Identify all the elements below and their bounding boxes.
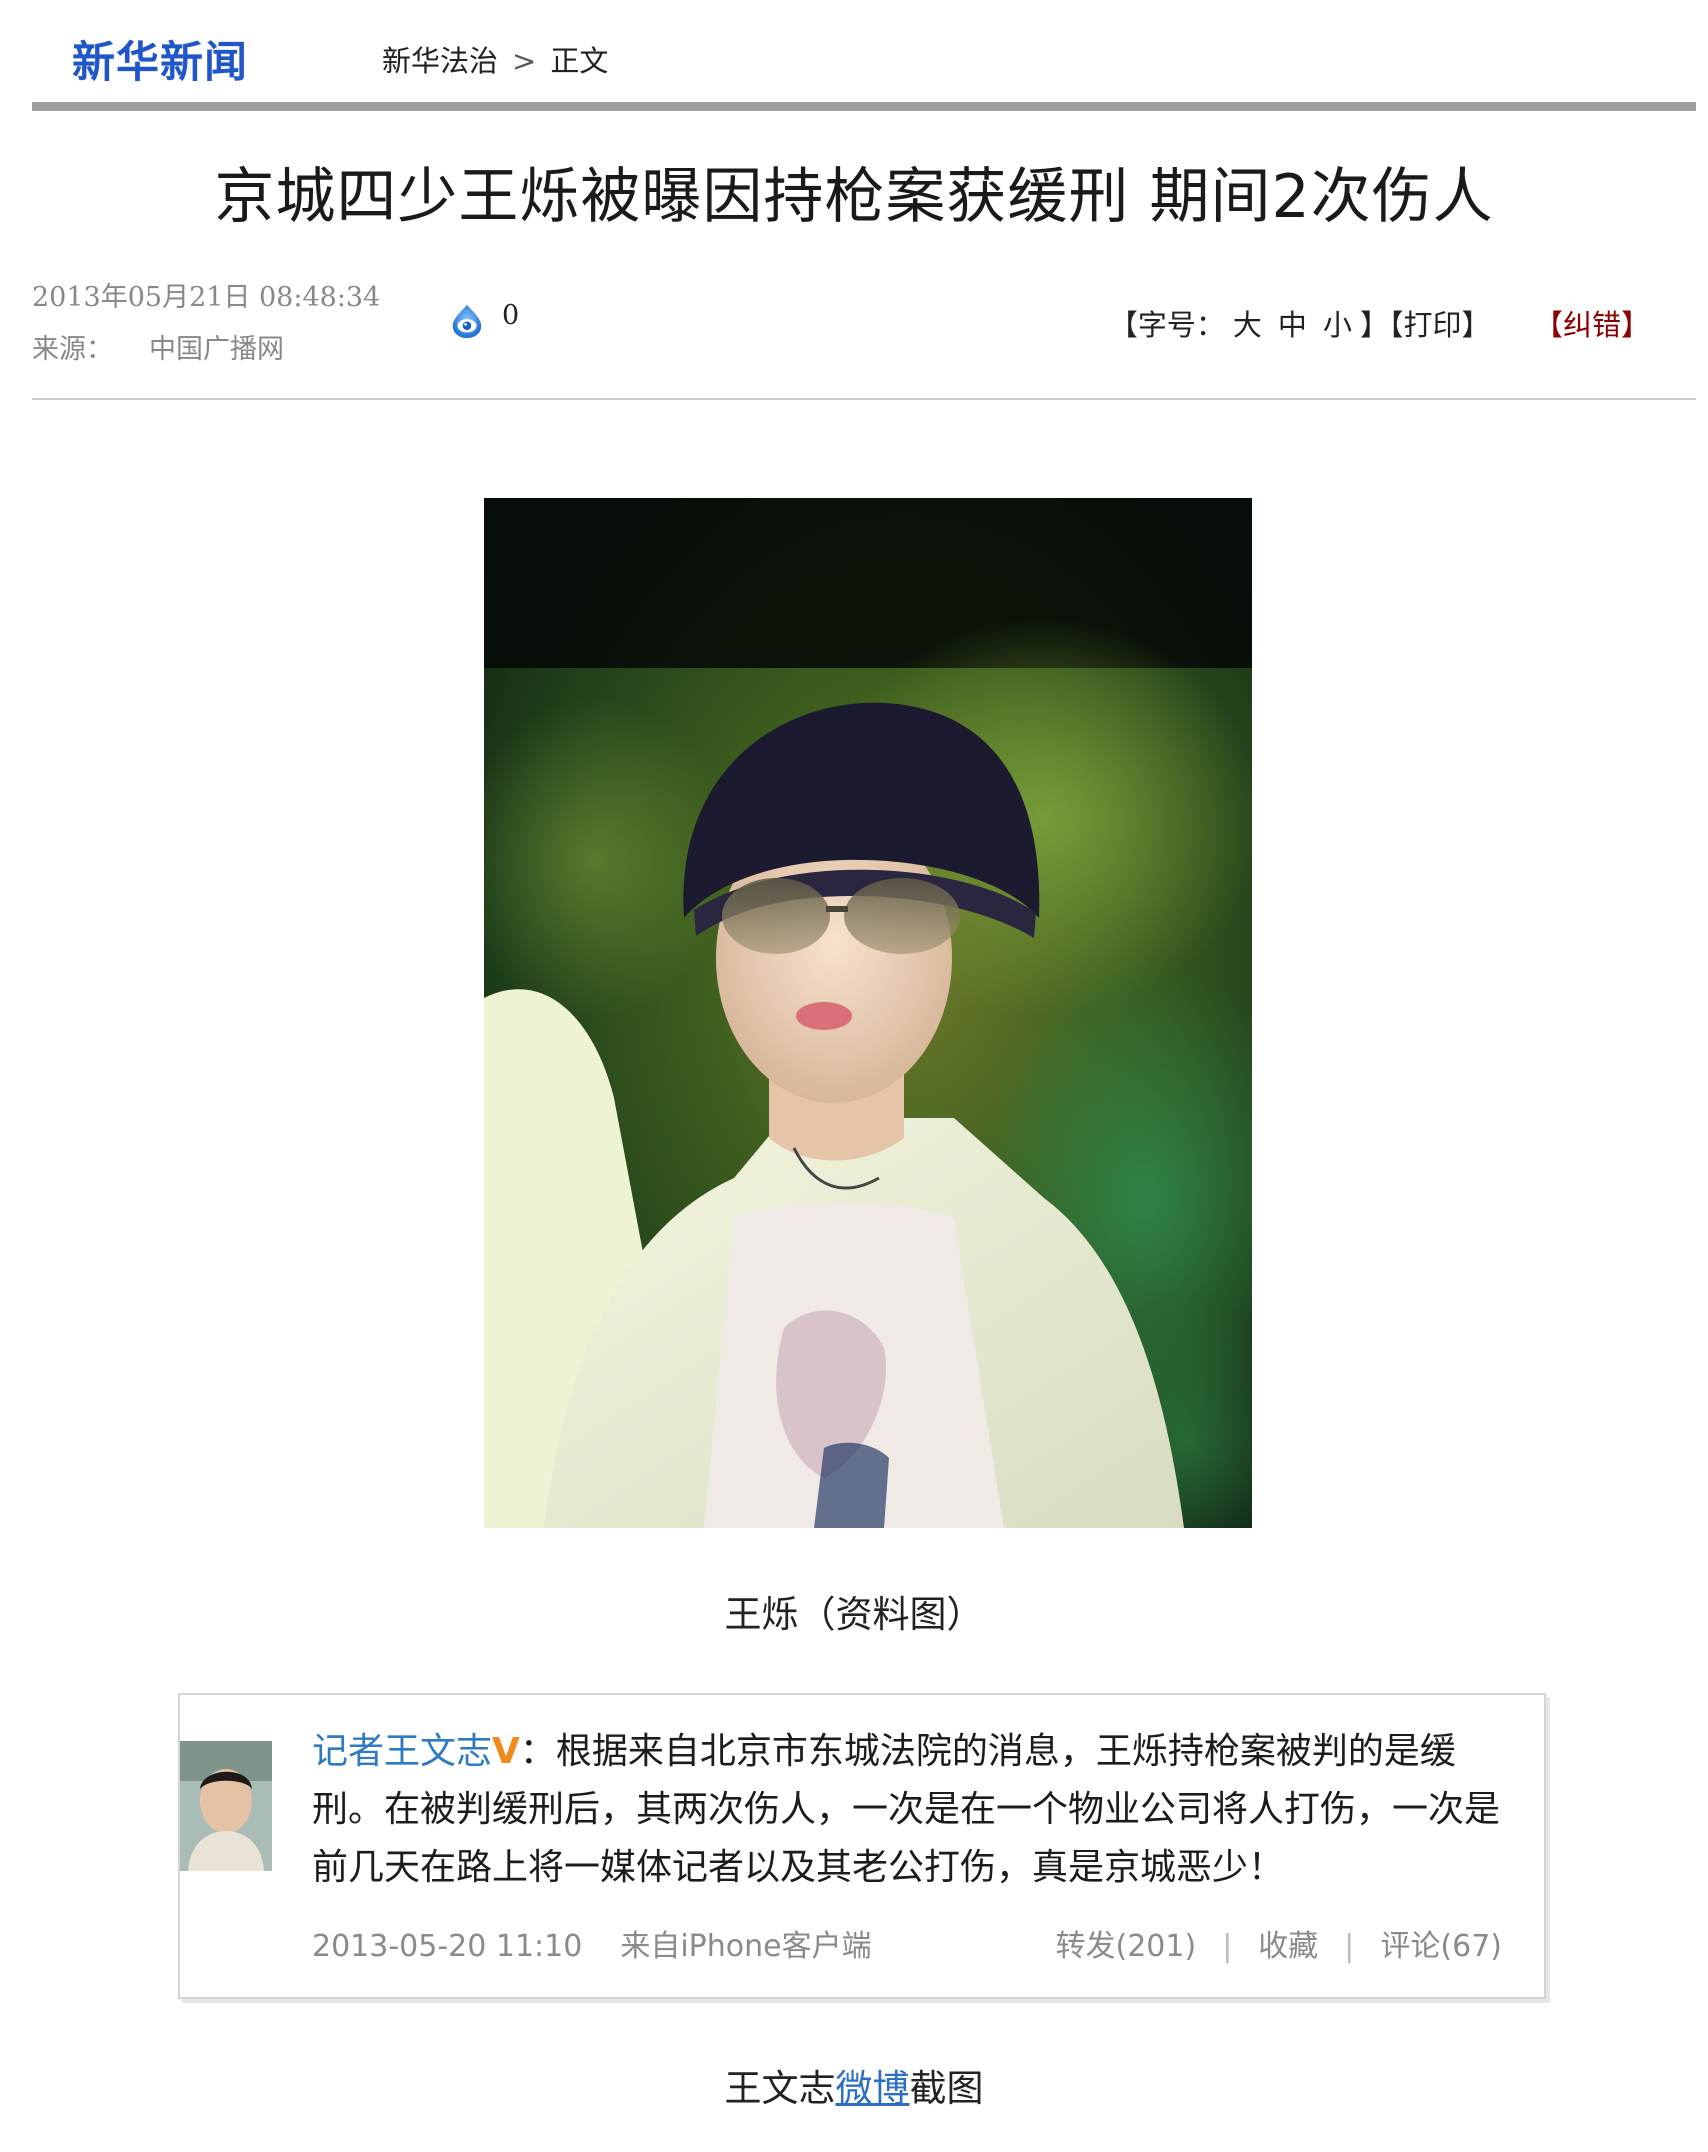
screenshot-caption: 王文志微博截图 <box>0 2058 1708 2112</box>
weibo-time: 2013-05-20 11:10 <box>312 1929 583 1964</box>
avatar <box>180 1741 272 1871</box>
meta-divider <box>32 398 1696 400</box>
verified-badge-icon: V <box>492 1731 520 1772</box>
comment-count: 0 <box>502 299 520 331</box>
font-size-small[interactable]: 小 <box>1323 308 1352 342</box>
repost-button[interactable]: 转发(201) <box>1056 1929 1197 1964</box>
weibo-link[interactable]: 微博 <box>836 2067 910 2110</box>
article-source: 来源： 中国广播网 <box>32 324 380 376</box>
weibo-author[interactable]: 记者王文志 <box>312 1731 492 1772</box>
caption-suffix: 截图 <box>909 2067 984 2110</box>
font-size-label: 【字号： <box>1108 308 1225 342</box>
article-tools: 【字号：大中小】【打印】 【纠错】 <box>1109 302 1650 344</box>
site-logo[interactable]: 新华新闻 <box>72 28 248 90</box>
article-title: 京城四少王烁被曝因持枪案获缓刑 期间2次伤人 <box>214 162 1494 232</box>
report-error-button[interactable]: 【纠错】 <box>1548 308 1650 342</box>
font-size-close: 】 <box>1359 308 1389 342</box>
top-bar: 新华新闻 新华法治 > 正文 <box>32 0 1696 108</box>
breadcrumb-section[interactable]: 新华法治 <box>382 44 498 78</box>
font-size-medium[interactable]: 中 <box>1278 308 1307 342</box>
photo-caption: 王烁（资料图） <box>724 1593 984 1636</box>
favorite-button[interactable]: 收藏 <box>1258 1929 1318 1964</box>
portrait-image <box>484 498 1252 1528</box>
header-divider <box>32 102 1696 111</box>
font-size-large[interactable]: 大 <box>1233 308 1262 342</box>
breadcrumb-separator: > <box>512 44 537 78</box>
action-separator: | <box>1344 1929 1355 1964</box>
print-button[interactable]: 【打印】 <box>1389 308 1491 342</box>
article-datetime: 2013年05月21日 08:48:34 <box>32 282 381 313</box>
caption-prefix: 王文志 <box>724 2067 836 2110</box>
source-label: 来源： <box>32 334 113 365</box>
breadcrumb-current: 正文 <box>550 44 609 78</box>
weibo-screenshot: 记者王文志V：根据来自北京市东城法院的消息，王烁持枪案被判的是缓刑。在被判缓刑后… <box>178 1693 1546 1999</box>
weibo-actions: 转发(201) | 收藏 | 评论(67) <box>1056 1921 1502 1965</box>
action-separator: | <box>1222 1929 1233 1964</box>
comment-counter[interactable]: 0 <box>448 299 520 340</box>
comment-button[interactable]: 评论(67) <box>1380 1929 1502 1964</box>
weibo-footer: 2013-05-20 11:10 来自iPhone客户端 转发(201) | 收藏 | 评… <box>312 1921 1502 1965</box>
eye-icon <box>452 304 482 339</box>
article-photo <box>484 498 1252 1528</box>
weibo-post-text: 记者王文志V：根据来自北京市东城法院的消息，王烁持枪案被判的是缓刑。在被判缓刑后… <box>312 1723 1522 1897</box>
weibo-client: 来自iPhone客户端 <box>620 1929 872 1964</box>
article-meta: 2013年05月21日 08:48:34 来源： 中国广播网 <box>32 272 380 376</box>
source-value: 中国广播网 <box>149 334 284 365</box>
breadcrumb: 新华法治 > 正文 <box>382 38 608 80</box>
